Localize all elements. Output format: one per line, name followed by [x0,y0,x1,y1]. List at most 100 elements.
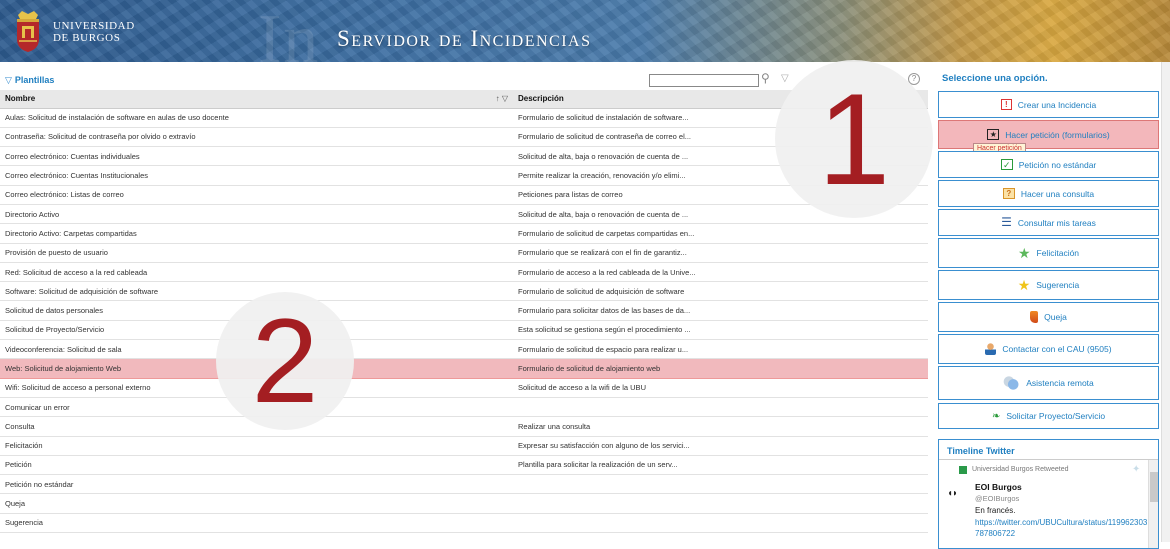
table-row[interactable]: Felicitación Expresar su satisfacción con… [0,436,928,456]
contact-cau-label: Contactar con el CAU (9505) [1002,344,1112,354]
row-name-cell[interactable]: Red: Solicitud de acceso a la red cablea… [0,262,513,283]
row-name-cell[interactable]: Correo electrónico: Cuentas Instituciona… [0,165,513,186]
complaint-button[interactable]: Queja [938,302,1159,332]
options-panel: Seleccione una opción. ! Crear una Incide… [935,62,1170,549]
my-tasks-button[interactable]: ☰ Consultar mis tareas [938,209,1159,236]
twitter-scrollbar[interactable] [1148,460,1158,548]
table-row[interactable]: Petición no estándar [0,474,928,495]
table-row[interactable]: Solicitud de Proyecto/Servicio Esta solic… [0,320,928,341]
row-description-cell[interactable]: Esta solicitud se gestiona según el proc… [513,320,928,341]
person-icon [985,343,997,355]
eoi-logo: ◖◗ [947,488,958,499]
row-name-cell[interactable]: Petición [0,455,513,476]
table-row[interactable]: Directorio Activo Solicitud de alta, baja… [0,204,928,225]
university-line1: UNIVERSIDAD [53,20,135,32]
non-standard-request-label: Petición no estándar [1018,159,1097,170]
options-title: Seleccione una opción. [942,73,1048,84]
row-name-cell[interactable]: Provisión de puesto de usuario [0,243,513,263]
row-name-cell[interactable]: Directorio Activo [0,204,513,225]
remote-assistance-button[interactable]: Asistencia remota [938,366,1159,400]
star-box-icon: ★ [987,129,1000,140]
table-row[interactable]: Software: Solicitud de adquisición de so… [0,281,928,302]
header-banner: In UNIVERSIDAD DE BURGOS Servidor de Inc… [0,0,1170,62]
row-description-cell[interactable]: Formulario de solicitud de carpetas comp… [513,223,928,244]
tweet-link[interactable]: https://twitter.com/UBUCultura/status/11… [975,517,1155,539]
university-shield-icon [17,11,39,52]
row-description-cell[interactable] [513,397,928,418]
row-description-cell[interactable] [513,513,928,534]
tweet-account-name[interactable]: EOI Burgos [975,482,1022,492]
filter-icon: ▽ [5,75,12,85]
row-description-cell[interactable]: Formulario que se realizará con el fin d… [513,243,928,263]
table-row[interactable]: Correo electrónico: Listas de correo Peti… [0,185,928,205]
row-description-cell[interactable]: Solicitud de acceso a la wifi de la UBU [513,378,928,398]
row-name-cell[interactable]: Correo electrónico: Listas de correo [0,185,513,205]
annotation-marker-1: 1 [775,60,933,218]
row-description-cell[interactable]: Plantilla para solicitar la realización … [513,455,928,476]
table-row[interactable]: Wifi: Solicitud de acceso a personal ext… [0,378,928,398]
page-scrollbar[interactable] [1161,62,1170,542]
row-name-cell[interactable]: Queja [0,493,513,514]
table-row[interactable]: Comunicar un error [0,397,928,418]
question-icon: ? [1002,188,1015,199]
sort-asc-icon[interactable]: ↑ ▽ [496,94,508,103]
request-project-label: Solicitar Proyecto/Servicio [1006,411,1106,421]
boot-icon [1030,311,1039,323]
row-name-cell[interactable]: Sugerencia [0,513,513,534]
twitter-divider [939,459,1158,460]
table-row[interactable]: Sugerencia [0,513,928,534]
checkbox-icon: ✓ [1000,159,1013,170]
row-description-cell[interactable]: Formulario de acceso a la red cableada d… [513,262,928,283]
tweet-text: En francés. [975,506,1016,515]
star-yellow-icon: ★ [1017,276,1031,293]
star-green-icon: ★ [1017,244,1031,261]
table-row[interactable]: Consulta Realizar una consulta [0,416,928,437]
create-incident-label: Crear una Incidencia [1017,99,1097,110]
row-description-cell[interactable]: Formulario de solicitud de espacio para … [513,339,928,360]
search-icon[interactable]: ⚲ [761,71,770,85]
row-name-cell[interactable]: Contraseña: Solicitud de contraseña por … [0,127,513,148]
twitter-timeline: Timeline Twitter Universidad Burgos Retw… [938,439,1159,549]
table-row[interactable]: Directorio Activo: Carpetas compartidas F… [0,223,928,244]
row-description-cell[interactable] [513,474,928,495]
remote-icon [1003,376,1021,390]
search-input[interactable] [649,74,759,87]
row-description-cell[interactable]: Formulario para solicitar datos de las b… [513,300,928,321]
contact-cau-button[interactable]: Contactar con el CAU (9505) [938,334,1159,364]
twitter-scrollbar-thumb[interactable] [1150,472,1158,502]
table-row[interactable]: Petición Plantilla para solicitar la real… [0,455,928,476]
row-description-cell[interactable]: Formulario de solicitud de alojamiento w… [513,358,928,379]
table-row[interactable]: Web: Solicitud de alojamiento Web Formula… [0,358,928,379]
table-row[interactable]: Videoconferencia: Solicitud de sala Formu… [0,339,928,360]
make-query-label: Hacer una consulta [1020,188,1095,199]
row-name-cell[interactable]: Aulas: Solicitud de instalación de softw… [0,108,513,128]
table-row[interactable]: Provisión de puesto de usuario Formulario… [0,243,928,263]
filter-toggle-icon[interactable]: ▽ [781,73,789,84]
make-query-button[interactable]: ? Hacer una consulta [938,180,1159,207]
retweet-icon [959,466,967,474]
congratulation-button[interactable]: ★ Felicitación [938,238,1159,268]
create-incident-button[interactable]: ! Crear una Incidencia [938,91,1159,118]
row-name-cell[interactable]: Petición no estándar [0,474,513,495]
tweet-handle[interactable]: @EOIBurgos [975,494,1019,503]
row-description-cell[interactable] [513,493,928,514]
templates-title[interactable]: ▽ Plantillas [5,75,54,86]
table-row[interactable]: Solicitud de datos personales Formulario … [0,300,928,321]
alert-icon: ! [1000,99,1012,110]
column-header-name-label: Nombre [5,94,36,104]
make-request-button[interactable]: ★ Hacer petición (formularios) [938,120,1159,149]
row-description-cell[interactable]: Formulario de solicitud de adquisición d… [513,281,928,302]
table-row[interactable]: Red: Solicitud de acceso a la red cablea… [0,262,928,283]
row-name-cell[interactable]: Felicitación [0,436,513,456]
non-standard-request-button[interactable]: ✓ Petición no estándar [938,151,1159,178]
suggestion-button[interactable]: ★ Sugerencia [938,270,1159,300]
table-row[interactable]: Queja [0,493,928,514]
templates-title-label: Plantillas [14,75,55,85]
row-name-cell[interactable]: Directorio Activo: Carpetas compartidas [0,223,513,244]
row-description-cell[interactable]: Realizar una consulta [513,416,928,437]
row-description-cell[interactable]: Expresar su satisfacción con alguno de l… [513,436,928,456]
list-icon: ☰ [1001,215,1012,229]
request-project-button[interactable]: ❧ Solicitar Proyecto/Servicio [938,403,1159,429]
row-name-cell[interactable]: Correo electrónico: Cuentas individuales [0,146,513,167]
column-header-name[interactable]: Nombre ↑ ▽ [0,90,513,109]
